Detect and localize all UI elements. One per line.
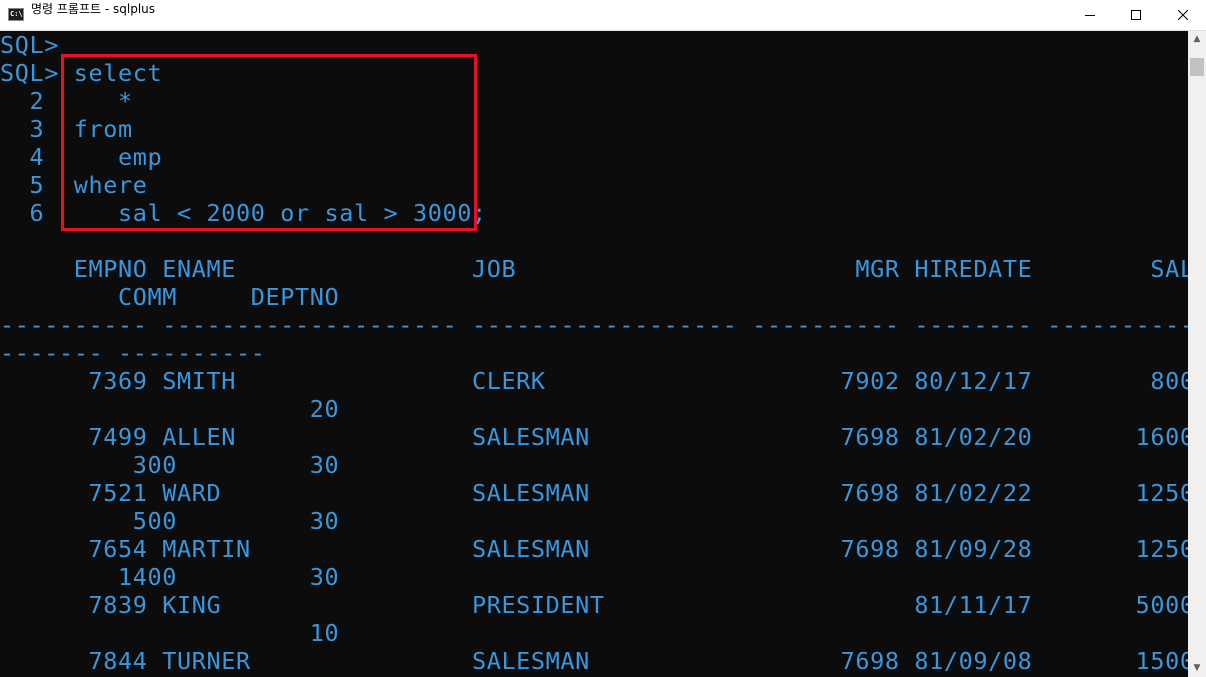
query-highlight-box	[61, 54, 477, 231]
result-header-line: EMPNO ENAME JOB MGR HIREDATE SAL	[0, 255, 1188, 283]
title-bar: C:\ 명령 프롬프트 - sqlplus	[0, 0, 1206, 31]
result-row-line: 10	[0, 619, 340, 647]
result-row-line: 7499 ALLEN SALESMAN 7698 81/02/20 1600	[0, 423, 1188, 451]
result-separator-line: ------- ----------	[0, 339, 266, 367]
close-button[interactable]	[1160, 0, 1206, 30]
minimize-button[interactable]	[1067, 0, 1113, 30]
scroll-up-button[interactable]: ▲	[1188, 31, 1206, 48]
result-row-line: 7654 MARTIN SALESMAN 7698 81/09/28 1250	[0, 535, 1188, 563]
scroll-down-button[interactable]: ▼	[1188, 660, 1206, 677]
result-row-line: 500 30	[0, 507, 340, 535]
window-title: 명령 프롬프트 - sqlplus	[31, 2, 156, 16]
vertical-scrollbar[interactable]: ▲ ▼	[1188, 31, 1206, 677]
result-header-line: COMM DEPTNO	[0, 283, 340, 311]
result-separator-line: ---------- -------------------- --------…	[0, 311, 1188, 339]
result-row-line: 7521 WARD SALESMAN 7698 81/02/22 1250	[0, 479, 1188, 507]
console-line: SQL>	[0, 31, 59, 59]
result-row-line: 7844 TURNER SALESMAN 7698 81/09/08 1500	[0, 647, 1188, 675]
result-row-line: 7839 KING PRESIDENT 81/11/17 5000	[0, 591, 1188, 619]
result-row-line: 300 30	[0, 451, 340, 479]
scrollbar-thumb[interactable]	[1190, 58, 1204, 76]
close-icon	[1178, 10, 1188, 20]
minimize-icon	[1085, 15, 1095, 16]
result-row-line: 20	[0, 395, 340, 423]
command-prompt-icon: C:\	[8, 8, 24, 21]
result-row-line: 1400 30	[0, 563, 340, 591]
maximize-icon	[1131, 10, 1141, 20]
maximize-button[interactable]	[1113, 0, 1159, 30]
result-row-line: 7369 SMITH CLERK 7902 80/12/17 800	[0, 367, 1188, 395]
